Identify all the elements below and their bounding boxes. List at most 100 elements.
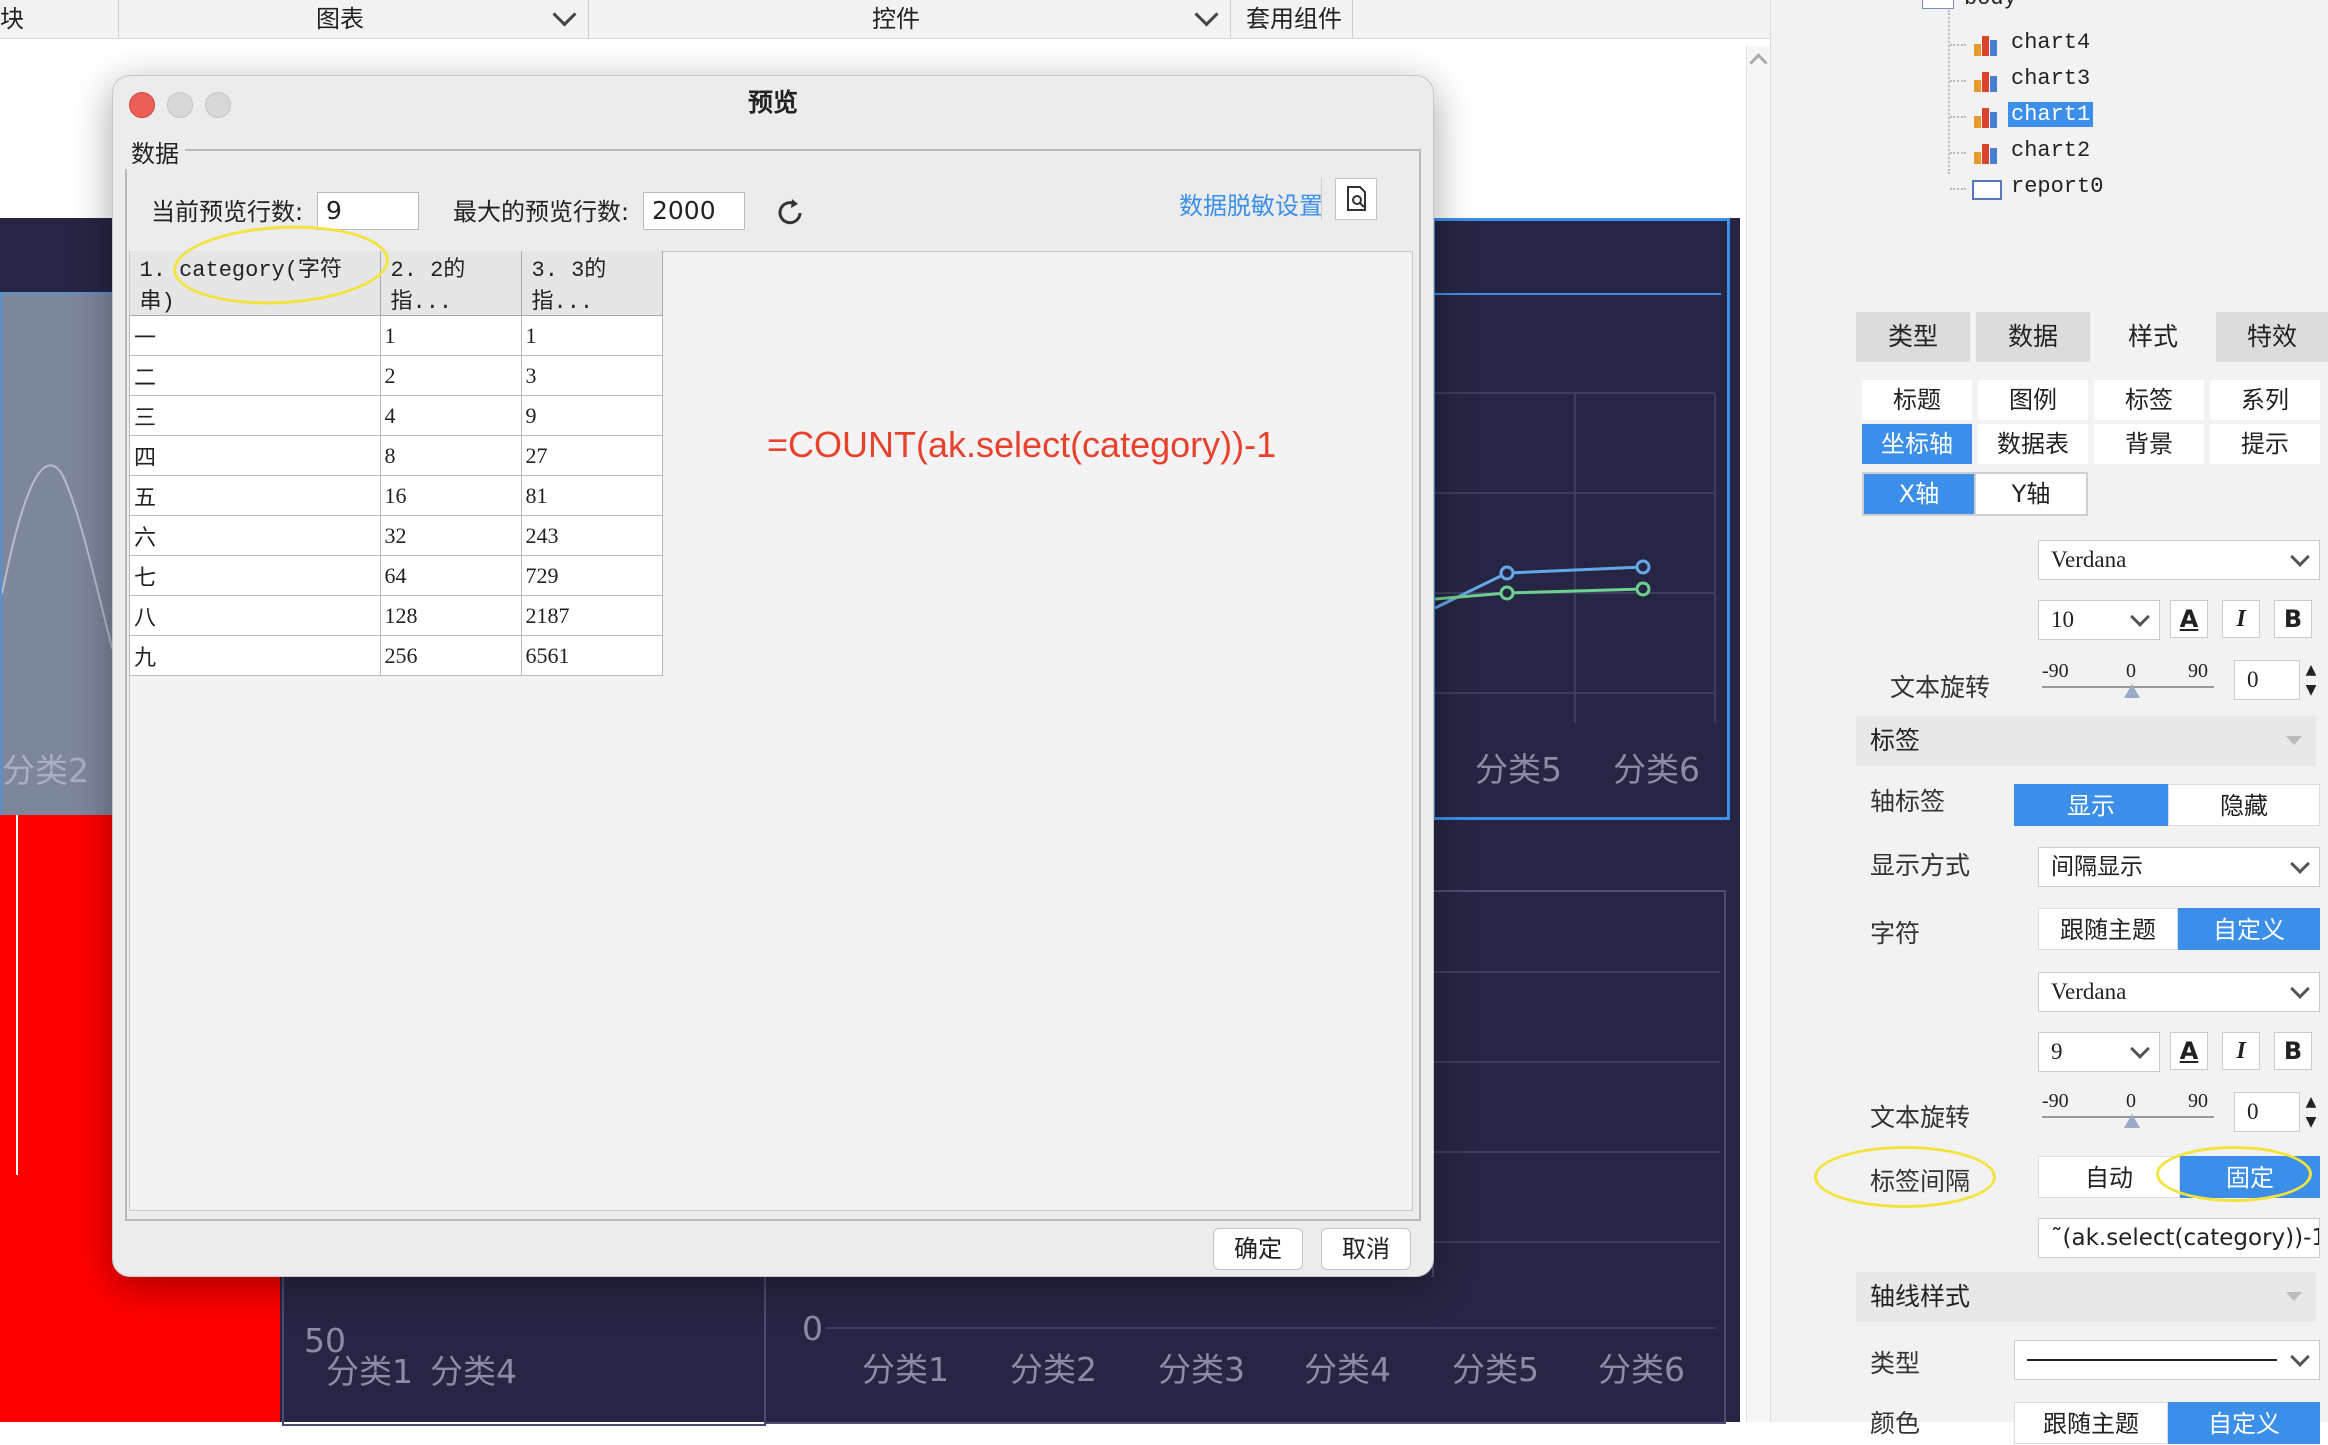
current-rows-input[interactable]: 9 — [317, 192, 419, 230]
toolbar-item-block[interactable]: 块 — [0, 0, 24, 38]
tree-item-chart4[interactable]: chart4 — [1950, 28, 2150, 60]
subtab-series[interactable]: 系列 — [2210, 380, 2320, 420]
chart-bottom-right[interactable]: 0 分类1 分类2 分类3 分类4 分类5 分类6 — [764, 1275, 1726, 1424]
table-cell[interactable]: 128 — [379, 595, 522, 636]
subtab-label[interactable]: 标签 — [2094, 380, 2204, 420]
font-size-select-2[interactable]: 9 — [2038, 1032, 2160, 1072]
minimize-icon[interactable] — [167, 92, 193, 118]
preview-table[interactable]: 1. category(字符串) 2. 2的指... 3. 3的指... 一11… — [129, 251, 663, 676]
table-cell[interactable]: 8 — [379, 435, 522, 476]
tree-item-label[interactable]: chart3 — [2008, 66, 2093, 91]
tree-item-report0[interactable]: report0 — [1950, 172, 2150, 204]
table-cell[interactable]: 五 — [129, 475, 381, 516]
table-row[interactable]: 七 64 729 — [129, 555, 663, 596]
stepper-icon[interactable]: ▲ ▼ — [2300, 1092, 2322, 1132]
tab-y-axis[interactable]: Y轴 — [1974, 472, 2088, 516]
chevron-down-icon[interactable] — [1194, 2, 1219, 27]
font-family-select-2[interactable]: Verdana — [2038, 972, 2320, 1012]
custom-button[interactable]: 自定义 — [2178, 908, 2320, 950]
table-row[interactable]: 五 16 81 — [129, 475, 663, 516]
subtab-background[interactable]: 背景 — [2094, 424, 2204, 464]
font-family-select[interactable]: Verdana — [2038, 540, 2320, 580]
table-cell[interactable]: 二 — [129, 355, 381, 396]
column-header[interactable]: 3. 3的指... — [521, 251, 663, 316]
table-cell[interactable]: 一 — [129, 315, 381, 356]
toolbar-item-chart[interactable]: 图表 — [316, 0, 364, 38]
close-icon[interactable] — [129, 92, 155, 118]
table-cell[interactable]: 9 — [520, 395, 663, 436]
tree-item-label[interactable]: report0 — [2008, 174, 2106, 199]
table-cell[interactable]: 4 — [379, 395, 522, 436]
rotation-input[interactable]: 0 — [2234, 660, 2300, 700]
tab-effects[interactable]: 特效 — [2216, 312, 2328, 362]
table-cell[interactable]: 八 — [129, 595, 381, 636]
bold-icon[interactable]: B — [2274, 1032, 2312, 1070]
chart-bottom-left[interactable]: 50 分类1 分类4 — [282, 1275, 766, 1426]
chart1-selected[interactable]: 分类5 分类6 — [1432, 218, 1730, 820]
ok-button[interactable]: 确定 — [1213, 1228, 1303, 1270]
font-color-icon[interactable]: A — [2170, 1032, 2208, 1070]
table-cell[interactable]: 64 — [379, 555, 522, 596]
bold-icon[interactable]: B — [2274, 600, 2312, 638]
table-cell[interactable]: 四 — [129, 435, 381, 476]
table-cell[interactable]: 81 — [520, 475, 663, 516]
table-cell[interactable]: 三 — [129, 395, 381, 436]
follow-theme-button[interactable]: 跟随主题 — [2038, 908, 2178, 950]
subtab-title[interactable]: 标题 — [1862, 380, 1972, 420]
preview-doc-icon[interactable] — [1335, 178, 1377, 220]
table-cell[interactable]: 6561 — [520, 635, 663, 676]
show-button[interactable]: 显示 — [2014, 784, 2168, 826]
tree-item-chart3[interactable]: chart3 — [1950, 64, 2150, 96]
refresh-icon[interactable] — [773, 196, 807, 230]
table-cell[interactable]: 3 — [520, 355, 663, 396]
subtab-datasheet[interactable]: 数据表 — [1978, 424, 2088, 464]
table-cell[interactable]: 243 — [520, 515, 663, 556]
table-row[interactable]: 八 128 2187 — [129, 595, 663, 636]
table-cell[interactable]: 1 — [520, 315, 663, 356]
tab-style[interactable]: 样式 — [2096, 312, 2210, 362]
tree-item-chart1[interactable]: chart1 — [1950, 100, 2150, 132]
rotation-slider-thumb[interactable] — [2124, 684, 2140, 698]
italic-icon[interactable]: I — [2222, 600, 2260, 638]
table-cell[interactable]: 2187 — [520, 595, 663, 636]
color-follow-theme-button[interactable]: 跟随主题 — [2014, 1402, 2168, 1444]
subtab-tooltip[interactable]: 提示 — [2210, 424, 2320, 464]
scroll-up-icon[interactable] — [1749, 53, 1768, 72]
font-color-icon[interactable]: A — [2170, 600, 2208, 638]
table-cell[interactable]: 729 — [520, 555, 663, 596]
column-header[interactable]: 2. 2的指... — [380, 251, 522, 316]
table-cell[interactable]: 2 — [379, 355, 522, 396]
font-size-select[interactable]: 10 — [2038, 600, 2160, 640]
table-row[interactable]: 一11 — [129, 315, 663, 356]
chart-left[interactable]: 分类2 — [0, 292, 116, 819]
color-custom-button[interactable]: 自定义 — [2168, 1402, 2320, 1444]
collapse-icon[interactable] — [2286, 736, 2302, 745]
table-row[interactable]: 二23 — [129, 355, 663, 396]
hide-button[interactable]: 隐藏 — [2168, 784, 2320, 826]
table-row[interactable]: 九 256 6561 — [129, 635, 663, 676]
table-cell[interactable]: 六 — [129, 515, 381, 556]
tree-item-label[interactable]: chart1 — [2008, 102, 2094, 127]
line-type-select[interactable] — [2014, 1340, 2320, 1380]
interval-formula-input[interactable]: ˜(ak.select(category))-1 — [2038, 1218, 2320, 1258]
table-cell[interactable]: 九 — [129, 635, 381, 676]
table-cell[interactable]: 七 — [129, 555, 381, 596]
desensitize-settings-link[interactable]: 数据脱敏设置 — [1179, 186, 1323, 221]
section-axis-line[interactable]: 轴线样式 — [1856, 1272, 2316, 1322]
subtab-axis[interactable]: 坐标轴 — [1862, 424, 1972, 464]
stepper-icon[interactable]: ▲ ▼ — [2300, 660, 2322, 700]
italic-icon[interactable]: I — [2222, 1032, 2260, 1070]
table-cell[interactable]: 27 — [520, 435, 663, 476]
tree-item-label[interactable]: chart4 — [2008, 30, 2093, 55]
maximize-icon[interactable] — [205, 92, 231, 118]
rotation-input-2[interactable]: 0 — [2234, 1092, 2300, 1132]
tab-type[interactable]: 类型 — [1856, 312, 1970, 362]
rotation-slider-thumb[interactable] — [2124, 1114, 2140, 1128]
vertical-scrollbar[interactable] — [1746, 46, 1771, 1422]
chevron-down-icon[interactable] — [552, 2, 577, 27]
table-cell[interactable]: 256 — [379, 635, 522, 676]
chart-bottom-right-upper[interactable] — [1432, 890, 1726, 1277]
collapse-icon[interactable] — [2286, 1292, 2302, 1301]
subtab-legend[interactable]: 图例 — [1978, 380, 2088, 420]
table-row[interactable]: 六 32 243 — [129, 515, 663, 556]
